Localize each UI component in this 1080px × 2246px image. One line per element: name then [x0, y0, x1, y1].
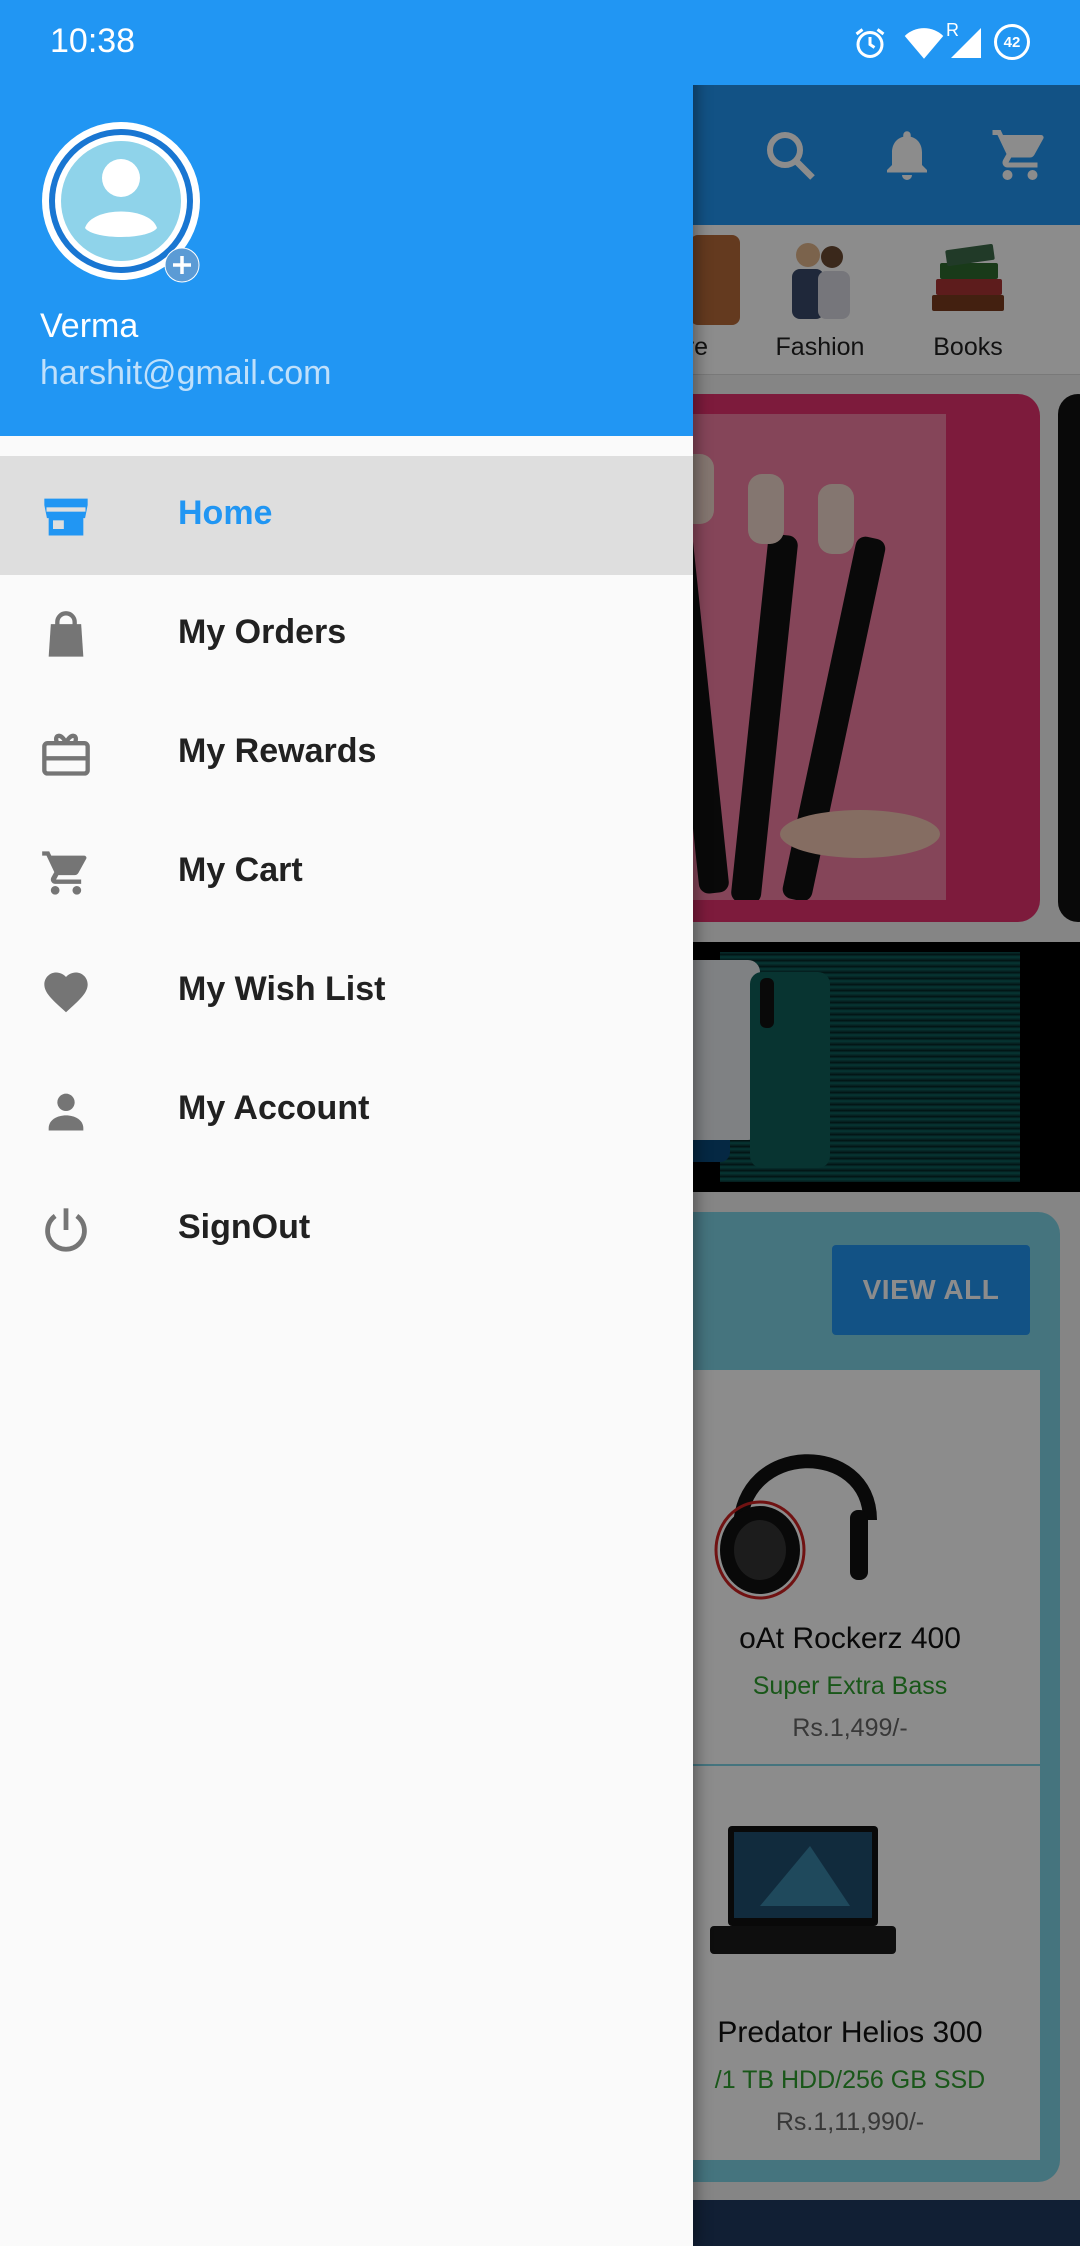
menu-item-my-orders[interactable]: My Orders: [0, 575, 693, 694]
menu-item-my-cart[interactable]: My Cart: [0, 813, 693, 932]
signal-icon: [951, 28, 981, 58]
status-time: 10:38: [50, 22, 136, 60]
menu-item-signout[interactable]: SignOut: [0, 1170, 693, 1289]
heart-icon: [44, 972, 88, 1013]
user-email: harshit@gmail.com: [40, 354, 332, 392]
person-icon: [48, 1093, 84, 1131]
add-icon[interactable]: [164, 247, 200, 283]
user-name: Verma: [40, 307, 139, 345]
menu-item-label: Home: [178, 494, 273, 532]
status-bar: 10:38 R 42: [0, 0, 1080, 85]
menu-item-home[interactable]: Home: [0, 456, 693, 575]
battery-saver-icon: 42: [994, 24, 1030, 60]
menu-item-label: My Cart: [178, 851, 303, 889]
menu-item-my-wish-list[interactable]: My Wish List: [0, 932, 693, 1051]
alarm-icon: [855, 28, 885, 58]
menu-item-label: My Wish List: [178, 970, 386, 1008]
menu-item-my-account[interactable]: My Account: [0, 1051, 693, 1170]
store-icon: [44, 498, 88, 536]
menu-item-label: SignOut: [178, 1208, 311, 1246]
gift-card-icon: [42, 733, 90, 776]
menu-item-label: My Rewards: [178, 732, 377, 770]
navigation-drawer: Verma harshit@gmail.com Home My Orders M…: [0, 0, 693, 2246]
shopping-bag-icon: [48, 611, 84, 657]
cart-icon: [42, 851, 87, 895]
menu-item-label: My Orders: [178, 613, 347, 651]
drawer-menu: Home My Orders My Rewards My Cart My Wis…: [0, 456, 693, 1289]
wifi-icon: [904, 28, 944, 59]
power-icon: [45, 1208, 87, 1252]
menu-item-label: My Account: [178, 1089, 370, 1127]
battery-level: 42: [1003, 33, 1021, 51]
menu-item-my-rewards[interactable]: My Rewards: [0, 694, 693, 813]
